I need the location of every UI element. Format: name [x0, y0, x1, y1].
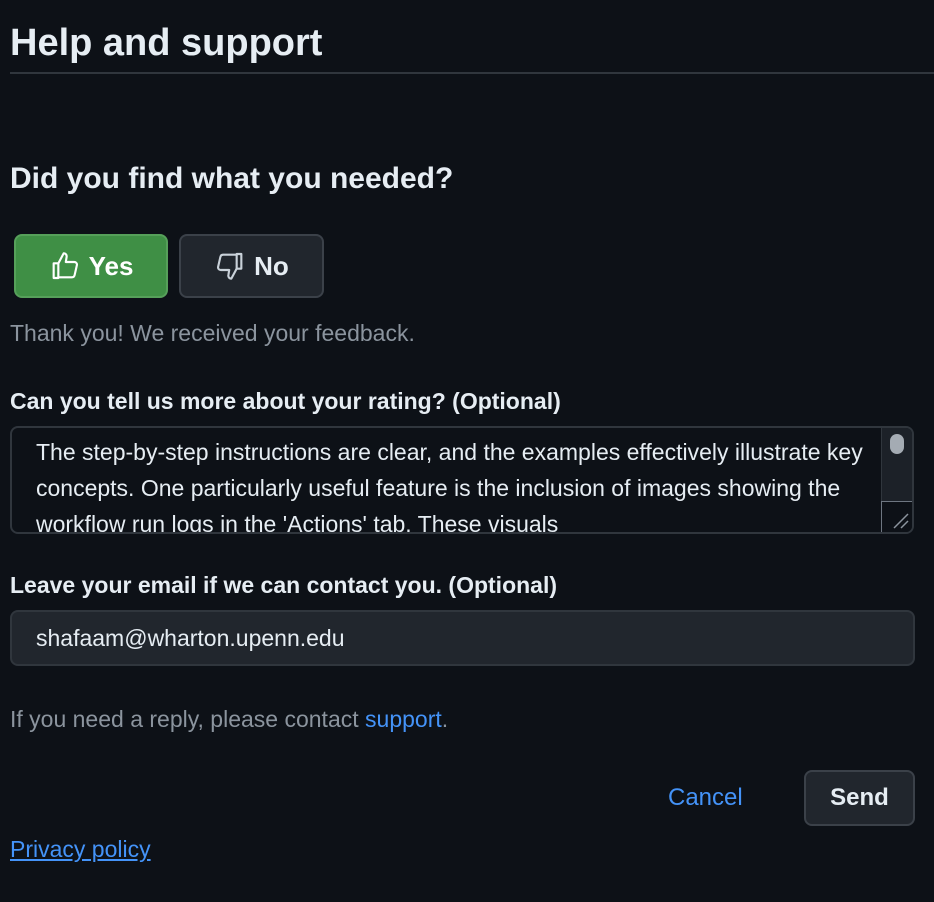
no-button[interactable]: No: [179, 234, 324, 298]
feedback-confirmation: Thank you! We received your feedback.: [10, 320, 415, 346]
support-link[interactable]: support: [365, 706, 442, 732]
send-button[interactable]: Send: [804, 770, 915, 826]
cancel-button[interactable]: Cancel: [668, 782, 743, 814]
rating-details-textarea[interactable]: The step-by-step instructions are clear,…: [10, 426, 914, 534]
thumbs-up-icon: [49, 250, 81, 282]
title-divider: [10, 72, 934, 74]
yes-button[interactable]: Yes: [14, 234, 168, 298]
no-label: No: [254, 250, 289, 281]
email-input[interactable]: [10, 610, 915, 666]
reply-note-suffix: .: [441, 706, 449, 732]
email-label: Leave your email if we can contact you. …: [10, 572, 558, 598]
feedback-question: Did you find what you needed?: [10, 162, 454, 195]
resize-grip-icon[interactable]: [881, 501, 912, 532]
privacy-policy-link[interactable]: Privacy policy: [10, 834, 151, 864]
thumbs-down-icon: [214, 250, 246, 282]
page-title: Help and support: [10, 22, 323, 64]
reply-note-prefix: If you need a reply, please contact: [10, 706, 366, 732]
rating-details-label: Can you tell us more about your rating? …: [10, 388, 561, 414]
scrollbar-thumb[interactable]: [890, 434, 904, 454]
yes-label: Yes: [88, 250, 134, 281]
rating-details-text[interactable]: The step-by-step instructions are clear,…: [36, 434, 882, 532]
help-support-panel: Help and support Did you find what you n…: [0, 0, 934, 902]
reply-note: If you need a reply, please contact supp…: [10, 704, 448, 734]
